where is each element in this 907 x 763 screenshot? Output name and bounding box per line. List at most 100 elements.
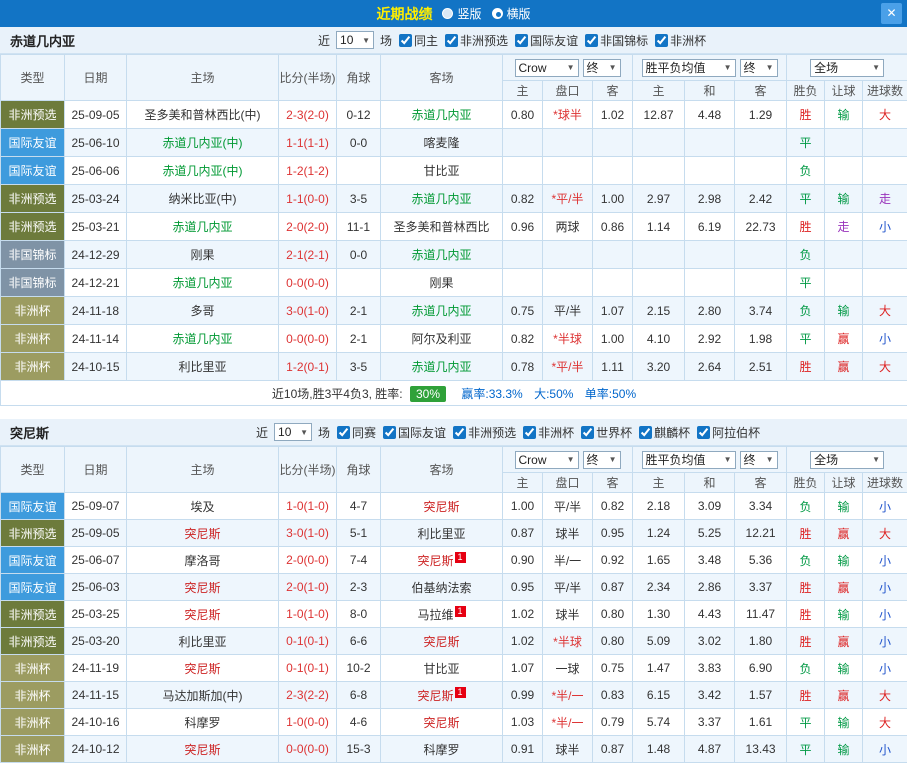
away-team: 喀麦隆 (381, 129, 503, 157)
col-corner: 角球 (337, 447, 381, 493)
filter-worldcup[interactable]: 世界杯 (577, 424, 632, 441)
filter-chan[interactable]: 非国锦标 (581, 32, 648, 49)
radio-horizontal-layout[interactable]: 横版 (492, 5, 531, 22)
ah-away-odds: 1.07 (593, 297, 633, 325)
checkbox[interactable] (655, 34, 668, 47)
final-odds-select[interactable]: 终▼ (740, 451, 778, 469)
title-bar: 近期战绩 竖版 横版 ✕ (0, 0, 907, 27)
col-eu-draw: 和 (685, 473, 735, 493)
eu-away-odds (735, 129, 787, 157)
checkbox[interactable] (453, 426, 466, 439)
result-handicap: 赢 (825, 353, 863, 381)
eu-home-odds: 6.15 (633, 682, 685, 709)
corner-score: 3-5 (337, 185, 381, 213)
checkbox[interactable] (399, 34, 412, 47)
result-wdl: 胜 (787, 520, 825, 547)
eu-away-odds: 5.36 (735, 547, 787, 574)
chevron-down-icon: ▼ (766, 455, 774, 464)
home-team: 突尼斯 (127, 601, 279, 628)
checkbox[interactable] (581, 426, 594, 439)
section-divider (0, 406, 907, 419)
home-team: 突尼斯 (127, 655, 279, 682)
filter-afcon[interactable]: 非洲杯 (651, 32, 706, 49)
col-ah-home: 主 (503, 473, 543, 493)
result-wdl: 负 (787, 547, 825, 574)
bookmaker-select[interactable]: Crow▼ (515, 59, 579, 77)
filter-kirin-cup[interactable]: 麒麟杯 (635, 424, 690, 441)
match-date: 24-11-15 (65, 682, 127, 709)
corner-score: 2-1 (337, 325, 381, 353)
match-date: 24-11-18 (65, 297, 127, 325)
result-wdl: 胜 (787, 101, 825, 129)
filter-friendly[interactable]: 国际友谊 (511, 32, 578, 49)
checkbox[interactable] (697, 426, 710, 439)
filter-same-home[interactable]: 同主 (395, 32, 438, 49)
radio-vertical-layout[interactable]: 竖版 (442, 5, 481, 22)
filter-afcon[interactable]: 非洲杯 (519, 424, 574, 441)
near-count-select[interactable]: 10▼ (336, 31, 374, 49)
checkbox[interactable] (337, 426, 350, 439)
result-goals (863, 157, 907, 185)
home-team: 马达加斯加(中) (127, 682, 279, 709)
home-team: 摩洛哥 (127, 547, 279, 574)
near-count-select[interactable]: 10▼ (274, 423, 312, 441)
matches-table: 类型 日期 主场 比分(半场) 角球 客场 Crow▼ 终▼ 胜平负均值▼ 终▼… (0, 446, 907, 763)
checkbox[interactable] (585, 34, 598, 47)
filter-arab-cup[interactable]: 阿拉伯杯 (693, 424, 760, 441)
match-scope-select[interactable]: 全场▼ (810, 451, 884, 469)
avg-odds-select[interactable]: 胜平负均值▼ (642, 59, 736, 77)
eu-home-odds: 3.20 (633, 353, 685, 381)
handicap-line: *半球 (543, 628, 593, 655)
close-icon[interactable]: ✕ (881, 3, 902, 24)
filter-africa-qualifier[interactable]: 非洲预选 (449, 424, 516, 441)
result-wdl: 平 (787, 325, 825, 353)
team-label: 突尼斯 (423, 716, 459, 730)
filter-africa-qualifier[interactable]: 非洲预选 (441, 32, 508, 49)
handicap-line (543, 269, 593, 297)
home-team: 圣多美和普林西比(中) (127, 101, 279, 129)
corner-score: 7-4 (337, 547, 381, 574)
result-goals: 大 (863, 297, 907, 325)
match-row: 非国锦标24-12-29刚果2-1(2-1)0-0赤道几内亚负 (1, 241, 907, 269)
result-wdl: 胜 (787, 213, 825, 241)
home-team: 科摩罗 (127, 709, 279, 736)
ah-away-odds (593, 269, 633, 297)
match-scope-select[interactable]: 全场▼ (810, 59, 884, 77)
ah-away-odds: 0.92 (593, 547, 633, 574)
match-type: 非洲杯 (1, 325, 65, 353)
ah-away-odds: 0.86 (593, 213, 633, 241)
chevron-down-icon: ▼ (724, 455, 732, 464)
away-team: 突尼斯1 (381, 547, 503, 574)
team-label: 刚果 (429, 276, 453, 290)
bookmaker-select[interactable]: Crow▼ (515, 451, 579, 469)
checkbox[interactable] (383, 426, 396, 439)
col-type: 类型 (1, 55, 65, 101)
ah-home-odds: 0.87 (503, 520, 543, 547)
eu-draw-odds: 5.25 (685, 520, 735, 547)
avg-odds-select[interactable]: 胜平负均值▼ (642, 451, 736, 469)
result-wdl: 平 (787, 185, 825, 213)
eu-home-odds: 1.65 (633, 547, 685, 574)
checkbox[interactable] (523, 426, 536, 439)
match-score: 0-0(0-0) (279, 325, 337, 353)
ah-home-odds: 0.75 (503, 297, 543, 325)
away-team: 伯基纳法索 (381, 574, 503, 601)
team-label: 赤道几内亚(中) (163, 136, 243, 150)
result-goals: 小 (863, 628, 907, 655)
matches-label: 场 (318, 424, 330, 441)
filter-friendly[interactable]: 国际友谊 (379, 424, 446, 441)
match-score: 1-0(1-0) (279, 601, 337, 628)
filter-same-competition[interactable]: 同赛 (333, 424, 376, 441)
match-score: 1-0(0-0) (279, 709, 337, 736)
col-result: 胜负 (787, 81, 825, 101)
checkbox[interactable] (445, 34, 458, 47)
result-goals: 小 (863, 601, 907, 628)
result-goals: 小 (863, 574, 907, 601)
checkbox[interactable] (639, 426, 652, 439)
checkbox[interactable] (515, 34, 528, 47)
final-odds-select[interactable]: 终▼ (583, 59, 621, 77)
team-label: 科摩罗 (423, 743, 459, 757)
final-odds-select[interactable]: 终▼ (740, 59, 778, 77)
final-odds-select[interactable]: 终▼ (583, 451, 621, 469)
corner-score: 6-6 (337, 628, 381, 655)
